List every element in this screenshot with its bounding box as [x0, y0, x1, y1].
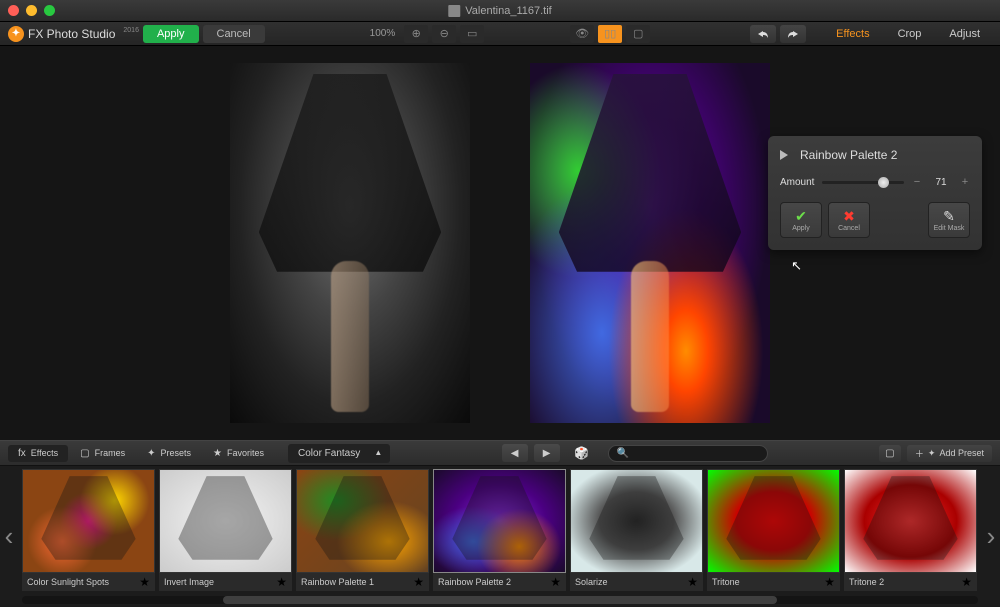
- app-year: 2016: [123, 27, 139, 34]
- thumbnail-image: [844, 469, 977, 573]
- scrollbar-thumb[interactable]: [223, 596, 777, 604]
- edit-mask-button[interactable]: ✎ Edit Mask: [928, 202, 970, 238]
- fx-icon: fx: [18, 448, 26, 459]
- cross-icon: ✖: [843, 209, 855, 223]
- close-window-icon[interactable]: [8, 5, 19, 16]
- thumbnail-image: [296, 469, 429, 573]
- panel-apply-button[interactable]: ✔ Apply: [780, 202, 822, 238]
- strip-tab-presets[interactable]: ✦Presets: [137, 445, 201, 462]
- prev-button[interactable]: ◀: [502, 444, 528, 462]
- thumbnail-label: Rainbow Palette 2: [438, 577, 511, 587]
- traffic-lights: [8, 5, 55, 16]
- strip-tab-frames[interactable]: ▢Frames: [70, 445, 135, 462]
- zoom-out-icon[interactable]: ⊖: [432, 25, 456, 43]
- eye-icon[interactable]: 👁: [570, 25, 594, 43]
- effect-settings-panel: Rainbow Palette 2 Amount − 71 + ✔ Apply …: [768, 136, 982, 250]
- thumbnail-rainbow-palette-2[interactable]: Rainbow Palette 2 ★: [433, 469, 566, 591]
- slider-thumb[interactable]: [878, 177, 889, 188]
- favorite-star-icon[interactable]: ★: [413, 575, 424, 589]
- redo-button[interactable]: [780, 25, 806, 43]
- strip-tab-favorites[interactable]: ★Favorites: [203, 445, 274, 462]
- undo-button[interactable]: [750, 25, 776, 43]
- window-titlebar: Valentina_1167.tif: [0, 0, 1000, 22]
- strip-toolbar: fxEffects ▢Frames ✦Presets ★Favorites Co…: [0, 440, 1000, 466]
- random-icon[interactable]: 🎲: [572, 444, 592, 462]
- apply-button[interactable]: Apply: [143, 25, 199, 43]
- thumbnail-image: [22, 469, 155, 573]
- grid-view-button[interactable]: ▢: [879, 445, 901, 462]
- strip-tab-effects[interactable]: fxEffects: [8, 445, 68, 462]
- maximize-window-icon[interactable]: [44, 5, 55, 16]
- favorite-star-icon[interactable]: ★: [961, 575, 972, 589]
- fit-icon[interactable]: ▭: [460, 25, 484, 43]
- thumbnail-invert-image[interactable]: Invert Image ★: [159, 469, 292, 591]
- main-toolbar: ✦ FX Photo Studio 2016 Apply Cancel 100%…: [0, 22, 1000, 46]
- thumbnail-label: Tritone 2: [849, 577, 884, 587]
- scroll-right-button[interactable]: ›: [982, 521, 1000, 552]
- presets-icon: ✦: [147, 448, 155, 459]
- minimize-window-icon[interactable]: [26, 5, 37, 16]
- thumbnail-label: Tritone: [712, 577, 740, 587]
- checkmark-icon: ✔: [795, 209, 807, 223]
- favorite-star-icon[interactable]: ★: [824, 575, 835, 589]
- thumbnail-strip: ‹ Color Sunlight Spots★Invert Image★Rain…: [0, 466, 1000, 606]
- tab-effects[interactable]: Effects: [824, 25, 881, 43]
- thumbnail-color-sunlight-spots[interactable]: Color Sunlight Spots ★: [22, 469, 155, 591]
- thumbnail-label: Rainbow Palette 1: [301, 577, 374, 587]
- decrement-button[interactable]: −: [912, 176, 922, 188]
- thumbnail-label: Color Sunlight Spots: [27, 577, 109, 587]
- brush-icon: ✎: [943, 209, 955, 223]
- app-logo-icon: ✦: [8, 26, 24, 42]
- sparkle-icon: ✦: [928, 448, 936, 459]
- original-image: [230, 63, 470, 423]
- compare-view-icon[interactable]: ▯▯: [598, 25, 622, 43]
- favorite-star-icon[interactable]: ★: [139, 575, 150, 589]
- canvas-area: Rainbow Palette 2 Amount − 71 + ✔ Apply …: [0, 46, 1000, 440]
- thumbnail-rainbow-palette-1[interactable]: Rainbow Palette 1 ★: [296, 469, 429, 591]
- document-icon: [448, 5, 460, 17]
- preview-image: [530, 63, 770, 423]
- thumbnail-solarize[interactable]: Solarize ★: [570, 469, 703, 591]
- tab-crop[interactable]: Crop: [886, 25, 934, 43]
- plus-icon: ＋: [915, 447, 924, 460]
- play-icon[interactable]: [780, 150, 788, 160]
- panel-cancel-button[interactable]: ✖ Cancel: [828, 202, 870, 238]
- horizontal-scrollbar[interactable]: [22, 596, 978, 604]
- search-input[interactable]: [629, 448, 761, 459]
- amount-label: Amount: [780, 177, 814, 188]
- cancel-button[interactable]: Cancel: [203, 25, 265, 43]
- next-button[interactable]: ▶: [534, 444, 560, 462]
- amount-slider[interactable]: [822, 181, 904, 184]
- zoom-level[interactable]: 100%: [364, 28, 402, 39]
- star-icon: ★: [213, 448, 222, 459]
- increment-button[interactable]: +: [960, 176, 970, 188]
- thumbnail-label: Solarize: [575, 577, 608, 587]
- cursor-icon: ↖: [791, 258, 802, 274]
- favorite-star-icon[interactable]: ★: [687, 575, 698, 589]
- app-name: FX Photo Studio: [28, 27, 115, 41]
- thumbnail-tritone-2[interactable]: Tritone 2 ★: [844, 469, 977, 591]
- thumbnail-image: [159, 469, 292, 573]
- single-view-icon[interactable]: ▢: [626, 25, 650, 43]
- search-icon: 🔍: [617, 448, 629, 459]
- search-box[interactable]: 🔍: [608, 445, 768, 462]
- effect-title: Rainbow Palette 2: [800, 148, 897, 162]
- amount-value: 71: [930, 177, 952, 188]
- thumbnail-image: [570, 469, 703, 573]
- add-preset-button[interactable]: ＋ ✦ Add Preset: [907, 445, 992, 462]
- category-dropdown[interactable]: Color Fantasy: [288, 444, 390, 463]
- thumbnail-image: [433, 469, 566, 573]
- favorite-star-icon[interactable]: ★: [276, 575, 287, 589]
- tab-adjust[interactable]: Adjust: [937, 25, 992, 43]
- thumbnail-label: Invert Image: [164, 577, 214, 587]
- thumbnail-image: [707, 469, 840, 573]
- window-title: Valentina_1167.tif: [465, 5, 551, 17]
- favorite-star-icon[interactable]: ★: [550, 575, 561, 589]
- scroll-left-button[interactable]: ‹: [0, 521, 18, 552]
- frame-icon: ▢: [80, 448, 89, 459]
- thumbnail-tritone[interactable]: Tritone ★: [707, 469, 840, 591]
- zoom-in-icon[interactable]: ⊕: [404, 25, 428, 43]
